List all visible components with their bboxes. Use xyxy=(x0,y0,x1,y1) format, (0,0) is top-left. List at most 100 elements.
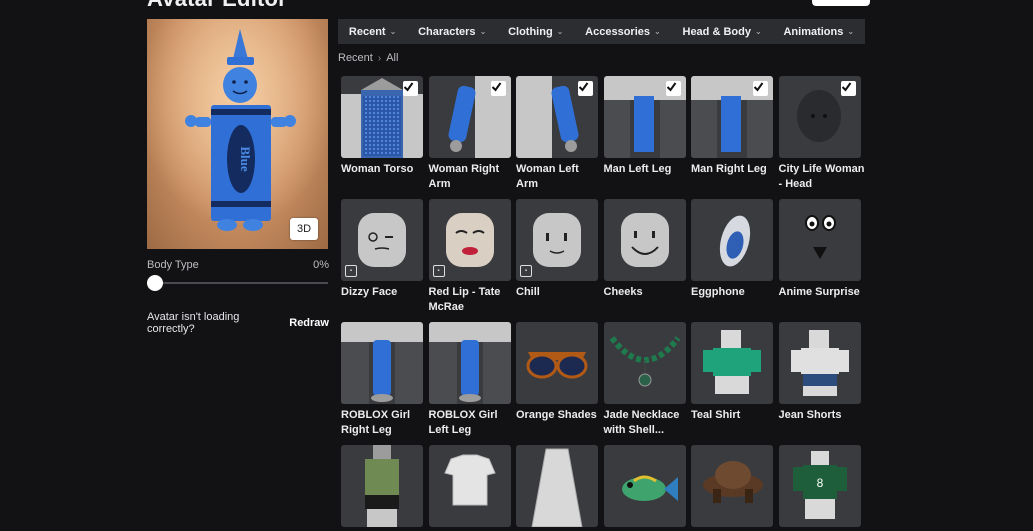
tab-head-body[interactable]: Head & Body ⌄ xyxy=(683,26,762,38)
item-card[interactable]: Anime Surprise xyxy=(778,199,861,300)
item-label: Anime Surprise xyxy=(778,286,860,298)
item-label: Woman Right Arm xyxy=(428,163,500,190)
chevron-down-icon: ⌄ xyxy=(654,27,661,36)
item-card[interactable]: ROBLOX Girl Left Leg xyxy=(428,322,511,438)
item-card[interactable]: Woman Torso xyxy=(341,76,423,177)
item-thumbnail[interactable]: ▪ xyxy=(516,199,598,281)
item-thumbnail[interactable] xyxy=(778,322,861,404)
item-thumbnail[interactable] xyxy=(428,76,511,158)
item-thumbnail[interactable] xyxy=(341,76,423,158)
tab-recent[interactable]: Recent ⌄ xyxy=(349,26,396,38)
item-thumbnail[interactable] xyxy=(691,199,773,281)
item-card[interactable]: Jade Necklace with Shell... xyxy=(603,322,686,438)
item-label: City Life Woman - Head xyxy=(778,163,865,190)
item-thumbnail[interactable] xyxy=(428,445,511,527)
item-card[interactable]: ▪ Chill xyxy=(516,199,598,300)
item-card[interactable]: Jean Shorts xyxy=(778,322,861,423)
item-thumbnail[interactable] xyxy=(341,322,423,404)
item-thumbnail[interactable] xyxy=(778,76,861,158)
breadcrumb-root[interactable]: Recent xyxy=(338,52,373,64)
breadcrumb-current: All xyxy=(386,52,399,64)
item-card[interactable]: Woman Right Arm xyxy=(428,76,511,192)
body-type-label: Body Type xyxy=(147,259,199,271)
avatar-figure: Blue xyxy=(147,19,328,249)
item-card[interactable]: Eggphone xyxy=(691,199,773,300)
checkmark-icon[interactable] xyxy=(490,81,506,96)
item-card[interactable]: Teal Shirt xyxy=(691,322,773,423)
customize-icon[interactable]: ▪ xyxy=(520,265,532,277)
checkmark-icon[interactable] xyxy=(403,81,418,96)
customize-icon[interactable]: ▪ xyxy=(345,265,357,277)
crayon-label: Blue xyxy=(238,146,253,172)
item-card[interactable]: Woman Left Arm xyxy=(516,76,598,192)
item-thumbnail[interactable] xyxy=(691,76,773,158)
customize-icon[interactable]: ▪ xyxy=(432,265,445,277)
checkmark-icon[interactable] xyxy=(840,81,856,96)
chevron-down-icon: ⌄ xyxy=(556,27,564,36)
top-right-button[interactable] xyxy=(812,0,870,6)
item-thumbnail[interactable] xyxy=(603,76,686,158)
tab-accessories[interactable]: Accessories ⌄ xyxy=(585,26,661,38)
item-thumbnail[interactable] xyxy=(603,199,686,281)
tab-label: Accessories xyxy=(585,25,650,38)
item-thumbnail[interactable] xyxy=(603,322,686,404)
item-thumbnail[interactable] xyxy=(691,445,773,527)
item-label: Chill xyxy=(516,286,540,298)
item-thumbnail[interactable]: 8 xyxy=(778,445,861,527)
redraw-link[interactable]: Redraw xyxy=(289,317,329,329)
item-card[interactable]: Orange Shades xyxy=(516,322,598,423)
item-thumbnail[interactable] xyxy=(516,76,598,158)
loading-help: Avatar isn't loading correctly? Redraw xyxy=(147,311,329,335)
item-card[interactable]: Cheeks xyxy=(603,199,686,300)
item-thumbnail[interactable] xyxy=(428,322,511,404)
item-thumbnail[interactable] xyxy=(516,322,598,404)
item-card[interactable]: Man Right Leg xyxy=(691,76,773,177)
chevron-down-icon: ⌄ xyxy=(479,27,487,36)
item-card[interactable]: ROBLOX Girl Right Leg xyxy=(341,322,423,438)
body-type-slider-track[interactable] xyxy=(147,282,328,284)
item-card[interactable] xyxy=(341,445,423,531)
item-card[interactable]: 8 xyxy=(778,445,861,531)
item-card[interactable]: Man Left Leg xyxy=(603,76,686,177)
chevron-right-icon: › xyxy=(377,52,382,64)
item-label: ROBLOX Girl Right Leg xyxy=(341,409,411,436)
tab-label: Recent xyxy=(348,25,386,38)
tab-label: Animations xyxy=(783,25,844,38)
item-label: Jean Shorts xyxy=(778,409,842,421)
item-label: Cheeks xyxy=(603,286,643,298)
view-3d-button[interactable]: 3D xyxy=(290,218,318,240)
item-thumbnail[interactable] xyxy=(778,199,861,281)
item-card[interactable]: ▪ Red Lip - Tate McRae xyxy=(428,199,511,315)
item-label: Woman Torso xyxy=(341,163,414,175)
avatar-preview[interactable]: Blue 3D xyxy=(147,19,328,249)
item-label: Eggphone xyxy=(691,286,745,298)
chevron-down-icon: ⌄ xyxy=(754,27,762,36)
item-thumbnail[interactable]: ▪ xyxy=(341,199,423,281)
checkmark-icon[interactable] xyxy=(665,81,681,96)
item-label: Jade Necklace with Shell... xyxy=(603,409,680,436)
item-label: Teal Shirt xyxy=(691,409,741,421)
item-thumbnail[interactable] xyxy=(516,445,598,527)
item-card[interactable]: ▪ Dizzy Face xyxy=(341,199,423,300)
chevron-down-icon: ⌄ xyxy=(389,27,397,36)
item-thumbnail[interactable] xyxy=(603,445,686,527)
category-nav: Recent ⌄ Characters ⌄ Clothing ⌄ Accessories ⌄ H… xyxy=(338,19,865,44)
checkmark-icon[interactable] xyxy=(753,81,768,96)
item-label: Man Right Leg xyxy=(691,163,767,175)
item-card[interactable]: City Life Woman - Head xyxy=(778,76,864,192)
item-card[interactable] xyxy=(516,445,598,531)
item-card[interactable] xyxy=(691,445,773,531)
item-card[interactable] xyxy=(603,445,686,531)
item-thumbnail[interactable] xyxy=(341,445,423,527)
body-type-row: Body Type 0% xyxy=(147,259,329,271)
tab-animations[interactable]: Animations ⌄ xyxy=(783,26,854,38)
tab-label: Clothing xyxy=(508,25,553,38)
body-type-slider-thumb[interactable] xyxy=(147,275,163,291)
tab-clothing[interactable]: Clothing ⌄ xyxy=(508,26,563,38)
checkmark-icon[interactable] xyxy=(578,81,593,96)
item-thumbnail[interactable]: ▪ xyxy=(428,199,511,281)
item-label: Orange Shades xyxy=(516,409,597,421)
item-thumbnail[interactable] xyxy=(691,322,773,404)
tab-characters[interactable]: Characters ⌄ xyxy=(418,26,486,38)
item-card[interactable] xyxy=(428,445,511,531)
